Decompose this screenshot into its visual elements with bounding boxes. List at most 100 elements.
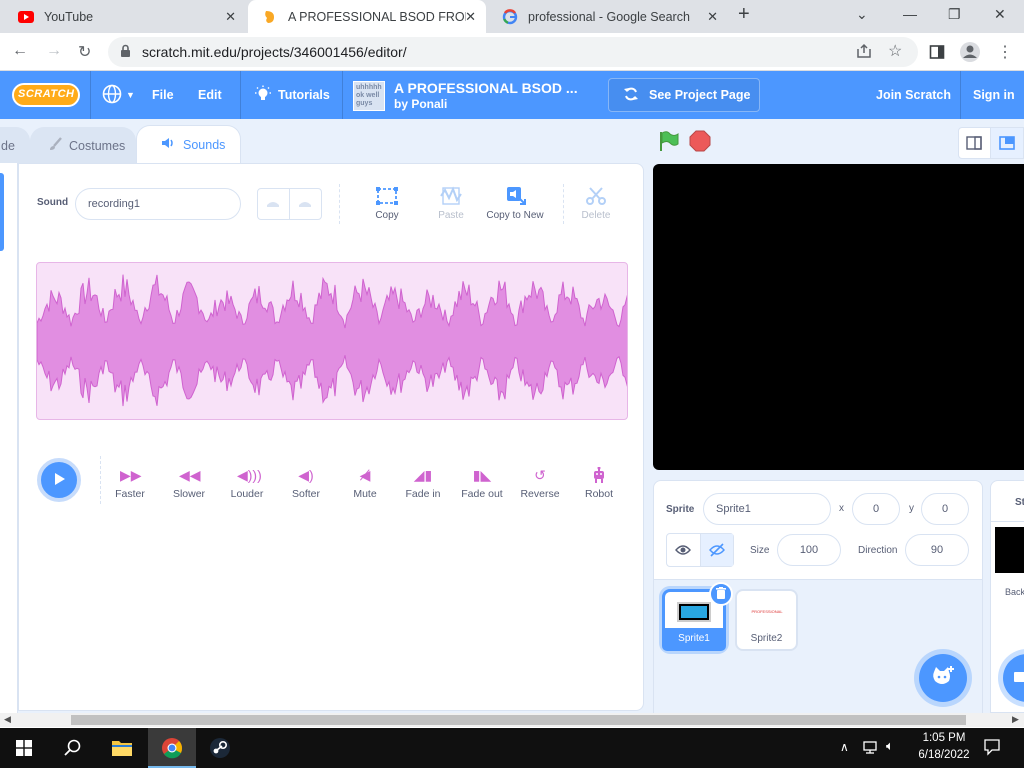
paste-label: Paste [438,210,464,221]
page-horizontal-scrollbar[interactable]: ◀ ▶ [0,713,1024,727]
tab-scratch-project[interactable]: A PROFESSIONAL BSOD FROM W ✕ [248,0,486,33]
stage-canvas[interactable] [653,164,1024,470]
language-menu[interactable]: ▼ [102,71,135,119]
y-input[interactable]: 0 [921,493,969,525]
tab-google-search[interactable]: professional - Google Search ✕ [488,0,728,33]
clock-time[interactable]: 1:05 PM [914,732,974,744]
small-stage-icon[interactable] [959,128,991,158]
tutorials-button[interactable]: Tutorials [254,71,330,119]
fade-out-button[interactable]: ▮◣ Fade out [454,467,510,500]
stage-backdrop-thumbnail[interactable] [995,527,1024,573]
see-project-page-label: See Project Page [649,88,751,102]
steam-icon[interactable] [209,737,231,762]
globe-icon [102,84,122,107]
close-window-icon[interactable]: ✕ [994,6,1006,23]
scroll-right-icon[interactable]: ▶ [1012,714,1019,725]
restore-icon[interactable]: ❐ [948,6,961,23]
tab-youtube[interactable]: YouTube ✕ [4,0,246,33]
mute-label: Mute [353,488,377,500]
x-input[interactable]: 0 [852,493,900,525]
scroll-left-icon[interactable]: ◀ [4,714,11,725]
sprite-tile[interactable]: PROFESSIONAL Sprite2 [735,589,798,651]
paste-button[interactable]: Paste [421,186,481,221]
delete-button[interactable]: Delete [566,186,626,221]
normal-stage-icon[interactable] [990,128,1023,158]
add-backdrop-button[interactable] [1003,654,1024,702]
sprite-label: Sprite [666,504,695,515]
tray-chevron-icon[interactable]: ∧ [840,740,849,754]
close-tab-icon[interactable]: ✕ [707,9,718,25]
reverse-icon: ↺ [534,467,546,483]
copy-to-new-button[interactable]: Copy to New [481,186,549,221]
profile-avatar[interactable] [959,41,981,66]
cat-plus-icon [931,665,955,691]
sound-list-strip[interactable] [0,163,18,713]
menu-kebab-icon[interactable]: ⋮ [997,42,1013,62]
fade-out-label: Fade out [461,488,503,500]
clock-date[interactable]: 6/18/2022 [910,749,978,761]
slower-button[interactable]: ◀◀ Slower [161,467,217,500]
size-input[interactable]: 100 [777,534,841,566]
scrollbar-thumb[interactable] [71,715,966,725]
tab-costumes[interactable]: Costumes [30,127,136,163]
softer-button[interactable]: ◀) Softer [278,467,334,500]
add-sprite-button[interactable] [919,654,967,702]
sprite-name-input[interactable]: Sprite1 [703,493,831,525]
file-menu[interactable]: File [152,71,174,119]
taskbar-chrome-active[interactable] [148,728,196,768]
mute-button[interactable]: ◀̸ Mute [337,467,393,500]
fade-in-button[interactable]: ◢▮ Fade in [395,467,451,500]
minimize-icon[interactable]: — [903,6,917,22]
share-icon[interactable] [856,43,872,62]
sign-in-button[interactable]: Sign in [973,71,1015,119]
size-label: Size [750,545,770,556]
stop-sign-icon[interactable] [689,130,711,155]
tab-sounds[interactable]: Sounds [136,125,241,163]
undo-icon[interactable] [258,189,290,219]
copy-to-new-icon [503,186,527,206]
new-tab-button[interactable]: + [738,3,750,26]
sound-name-input[interactable]: recording1 [75,188,241,220]
scissors-icon [584,186,608,206]
search-icon[interactable] [64,739,82,760]
back-icon[interactable]: ← [12,42,28,60]
project-title[interactable]: A PROFESSIONAL BSOD ... [394,80,578,96]
file-explorer-icon[interactable] [111,738,133,761]
sprite-tile-selected[interactable]: Sprite1 [662,582,733,651]
reverse-button[interactable]: ↺ Reverse [512,467,568,500]
url-bar[interactable]: scratch.mit.edu/projects/346001456/edito… [108,37,918,67]
forward-icon[interactable]: → [46,42,62,60]
redo-icon[interactable] [290,189,321,219]
scratch-logo[interactable]: SCRATCH [12,71,80,119]
bookmark-star-icon[interactable]: ☆ [888,41,902,61]
louder-button[interactable]: ◀))) Louder [219,467,275,500]
green-flag-icon[interactable] [657,130,679,155]
see-project-page-button[interactable]: See Project Page [608,78,760,112]
softer-label: Softer [291,488,320,500]
project-author[interactable]: by Ponali [394,97,447,111]
close-tab-icon[interactable]: ✕ [465,9,476,25]
network-icon[interactable] [862,739,880,758]
play-button[interactable] [37,458,81,502]
scratch-menu-bar: SCRATCH ▼ File Edit Tutorials uhhhhh ok … [0,71,1024,119]
backdrop-pane: St Back [990,480,1024,713]
windows-start-icon[interactable] [16,740,32,759]
copy-button[interactable]: Copy [357,186,417,221]
faster-button[interactable]: ▶▶ Faster [102,467,158,500]
volume-icon[interactable]: 🔈︎ [886,738,894,754]
waveform-area[interactable] [36,262,628,420]
hide-eye-icon[interactable] [700,534,733,566]
swap-arrows-icon [623,86,639,105]
notifications-icon[interactable] [983,738,1001,759]
direction-input[interactable]: 90 [905,534,969,566]
delete-sprite-button[interactable] [709,582,733,606]
robot-button[interactable]: Robot [571,466,627,500]
reload-icon[interactable]: ↻ [78,42,91,62]
tab-code[interactable]: de [0,127,30,163]
show-eye-icon[interactable] [667,534,701,566]
edit-menu[interactable]: Edit [198,71,222,119]
close-tab-icon[interactable]: ✕ [225,9,236,25]
side-panel-icon[interactable] [929,44,945,63]
join-scratch-button[interactable]: Join Scratch [876,71,951,119]
tab-search-icon[interactable]: ⌄ [856,6,868,23]
